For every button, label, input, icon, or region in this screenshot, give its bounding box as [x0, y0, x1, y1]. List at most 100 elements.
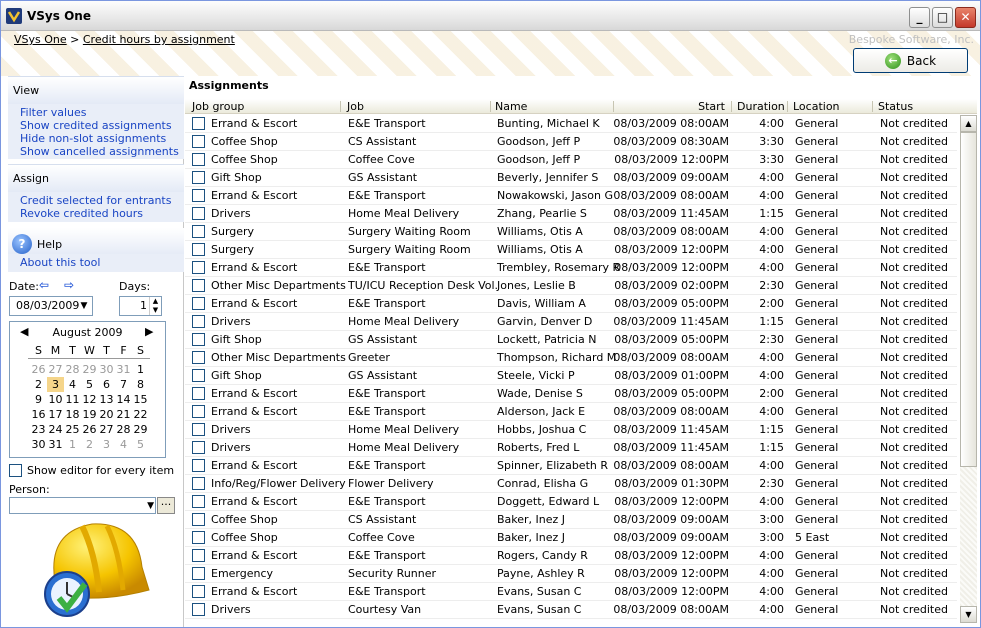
month-calendar[interactable]: ◀ August 2009 ▶ SMTWTFS 26 27 28 29 30 31 1 2 3 4… — [9, 321, 166, 458]
table-row[interactable]: Errand & Escort E&E Transport Rogers, Cand… — [185, 547, 957, 565]
calendar-day[interactable]: 29 — [132, 422, 149, 437]
calendar-day[interactable]: 16 — [30, 407, 47, 422]
calendar-day[interactable]: 5 — [81, 377, 98, 392]
show-editor-option[interactable]: Show editor for every item — [9, 464, 174, 477]
calendar-day[interactable]: 3 — [47, 377, 64, 392]
col-duration[interactable]: Duration — [737, 100, 785, 113]
calendar-day[interactable]: 26 — [81, 422, 98, 437]
help-row[interactable]: ? Help — [8, 228, 184, 256]
row-checkbox[interactable] — [192, 153, 205, 166]
calendar-day[interactable]: 3 — [98, 437, 115, 452]
title-bar[interactable]: VSys One _ □ ✕ — [1, 1, 980, 31]
calendar-day[interactable]: 14 — [115, 392, 132, 407]
revoke-credited-link[interactable]: Revoke credited hours — [20, 207, 184, 220]
minimize-button[interactable]: _ — [909, 7, 930, 28]
row-checkbox[interactable] — [192, 315, 205, 328]
row-checkbox[interactable] — [192, 117, 205, 130]
table-row[interactable]: Errand & Escort E&E Transport Spinner, Eli… — [185, 457, 957, 475]
chevron-down-icon[interactable]: ▼ — [77, 298, 91, 314]
table-row[interactable]: Surgery Surgery Waiting Room Williams, Oti… — [185, 241, 957, 259]
spin-arrows-icon[interactable]: ▲ ▼ — [149, 297, 161, 315]
row-checkbox[interactable] — [192, 549, 205, 562]
table-row[interactable]: Errand & Escort E&E Transport Evans, Susan… — [185, 583, 957, 601]
column-separator[interactable] — [872, 101, 873, 112]
maximize-button[interactable]: □ — [932, 7, 953, 28]
row-checkbox[interactable] — [192, 351, 205, 364]
calendar-day[interactable]: 2 — [81, 437, 98, 452]
days-stepper[interactable]: 1 ▲ ▼ — [119, 296, 162, 316]
calendar-day[interactable]: 2 — [30, 377, 47, 392]
row-checkbox[interactable] — [192, 243, 205, 256]
calendar-day[interactable]: 19 — [81, 407, 98, 422]
close-button[interactable]: ✕ — [955, 7, 976, 28]
filter-values-link[interactable]: Filter values — [20, 106, 184, 119]
calendar-day[interactable]: 17 — [47, 407, 64, 422]
row-checkbox[interactable] — [192, 279, 205, 292]
row-checkbox[interactable] — [192, 603, 205, 616]
row-checkbox[interactable] — [192, 405, 205, 418]
calendar-day[interactable]: 18 — [64, 407, 81, 422]
row-checkbox[interactable] — [192, 459, 205, 472]
table-row[interactable]: Errand & Escort E&E Transport Davis, Willi… — [185, 295, 957, 313]
row-checkbox[interactable] — [192, 567, 205, 580]
calendar-day[interactable]: 28 — [115, 422, 132, 437]
table-row[interactable]: Errand & Escort E&E Transport Nowakowski, … — [185, 187, 957, 205]
col-location[interactable]: Location — [793, 100, 840, 113]
show-credited-link[interactable]: Show credited assignments — [20, 119, 184, 132]
column-separator[interactable] — [340, 101, 341, 112]
row-checkbox[interactable] — [192, 369, 205, 382]
calendar-next-icon[interactable]: ▶ — [145, 325, 153, 338]
hide-non-slot-link[interactable]: Hide non-slot assignments — [20, 132, 184, 145]
calendar-day[interactable]: 15 — [132, 392, 149, 407]
table-row[interactable]: Info/Reg/Flower Delivery Flower Delivery C… — [185, 475, 957, 493]
col-start[interactable]: Start — [698, 100, 725, 113]
person-browse-button[interactable]: ··· — [157, 497, 175, 514]
calendar-day[interactable]: 9 — [30, 392, 47, 407]
column-separator[interactable] — [490, 101, 491, 112]
calendar-day[interactable]: 10 — [47, 392, 64, 407]
calendar-day[interactable]: 7 — [115, 377, 132, 392]
next-date-arrow-icon[interactable]: ⇨ — [64, 278, 74, 292]
row-checkbox[interactable] — [192, 135, 205, 148]
calendar-day[interactable]: 29 — [81, 362, 98, 377]
table-row[interactable]: Errand & Escort E&E Transport Trembley, Ro… — [185, 259, 957, 277]
col-job[interactable]: Job — [347, 100, 364, 113]
col-status[interactable]: Status — [878, 100, 913, 113]
table-row[interactable]: Emergency Security Runner Payne, Ashley R 0… — [185, 565, 957, 583]
row-checkbox[interactable] — [192, 387, 205, 400]
about-tool-link[interactable]: About this tool — [8, 254, 184, 272]
back-button[interactable]: ← Back — [853, 48, 968, 73]
show-cancelled-link[interactable]: Show cancelled assignments — [20, 145, 184, 158]
breadcrumb-current-link[interactable]: Credit hours by assignment — [83, 33, 235, 46]
col-job-group[interactable]: Job group — [192, 100, 244, 113]
table-row[interactable]: Coffee Shop CS Assistant Goodson, Jeff P 08… — [185, 133, 957, 151]
date-picker[interactable]: 08/03/2009 ▼ — [9, 296, 93, 316]
row-checkbox[interactable] — [192, 297, 205, 310]
row-checkbox[interactable] — [192, 441, 205, 454]
calendar-day[interactable]: 30 — [30, 437, 47, 452]
row-checkbox[interactable] — [192, 477, 205, 490]
table-row[interactable]: Errand & Escort E&E Transport Wade, Denise… — [185, 385, 957, 403]
row-checkbox[interactable] — [192, 171, 205, 184]
scroll-up-icon[interactable]: ▲ — [960, 115, 977, 132]
row-checkbox[interactable] — [192, 207, 205, 220]
table-row[interactable]: Other Misc Departments TU/ICU Reception D… — [185, 277, 957, 295]
table-row[interactable]: Coffee Shop Coffee Cove Goodson, Jeff P 08/… — [185, 151, 957, 169]
row-checkbox[interactable] — [192, 423, 205, 436]
calendar-day[interactable]: 1 — [132, 362, 149, 377]
scroll-thumb[interactable] — [960, 132, 977, 467]
row-checkbox[interactable] — [192, 495, 205, 508]
column-separator[interactable] — [731, 101, 732, 112]
calendar-day[interactable]: 4 — [64, 377, 81, 392]
calendar-day[interactable]: 4 — [115, 437, 132, 452]
calendar-day[interactable]: 27 — [47, 362, 64, 377]
calendar-day[interactable]: 25 — [64, 422, 81, 437]
calendar-day[interactable]: 22 — [132, 407, 149, 422]
calendar-day[interactable]: 23 — [30, 422, 47, 437]
row-checkbox[interactable] — [192, 225, 205, 238]
table-row[interactable]: Gift Shop GS Assistant Lockett, Patricia N… — [185, 331, 957, 349]
calendar-day[interactable]: 1 — [64, 437, 81, 452]
vertical-scrollbar[interactable]: ▲ ▼ — [960, 115, 977, 623]
table-row[interactable]: Coffee Shop CS Assistant Baker, Inez J 08/0… — [185, 511, 957, 529]
row-checkbox[interactable] — [192, 261, 205, 274]
